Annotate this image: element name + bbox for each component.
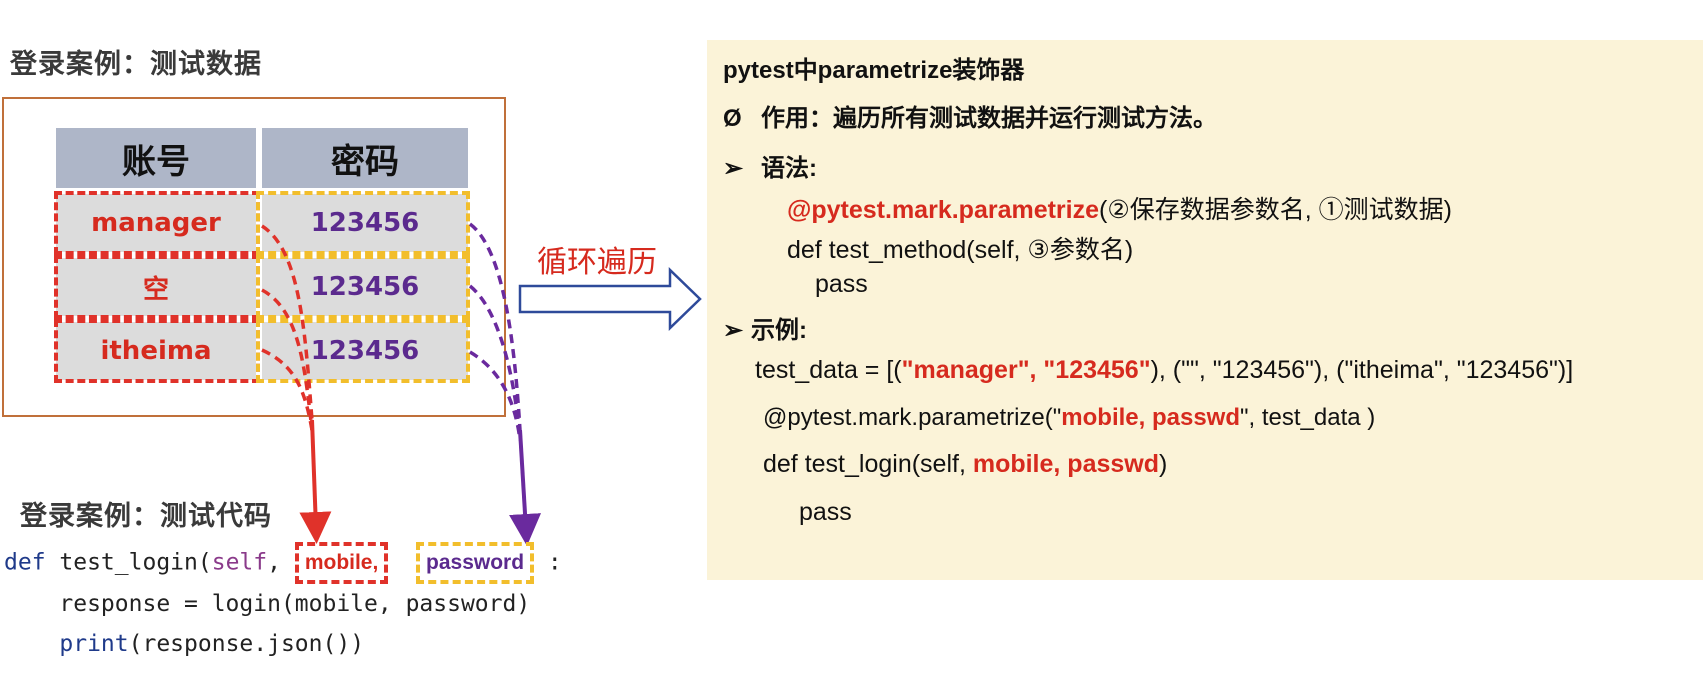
syntax-decorator-line: @pytest.mark.parametrize(②保存数据参数名, ①测试数据…: [787, 190, 1452, 226]
account-connector-1: [261, 224, 314, 421]
syntax-line: ➢ 语法:: [723, 148, 817, 183]
code-colon: :: [547, 549, 562, 576]
example-def-line: def test_login(self, mobile, passwd): [763, 450, 1167, 479]
example-bullet-icon: ➢: [723, 317, 744, 344]
password-arrow: [509, 429, 542, 546]
example-test-data-suffix: ), ("", "123456"), ("itheima", "123456")…: [1150, 356, 1574, 384]
syntax-def-line: def test_method(self, ③参数名): [787, 236, 1134, 264]
example-test-data-highlight: "manager", "123456": [901, 356, 1151, 384]
code-comma: ,: [267, 549, 295, 576]
code-line-response: response = login(mobile, password): [4, 591, 531, 617]
loop-traverse-label: 循环遍历: [537, 245, 657, 280]
syntax-bullet-icon: ➢: [723, 155, 744, 182]
code-def-keyword: def: [4, 549, 46, 576]
password-connector-2: [468, 284, 522, 441]
example-def-highlight: mobile, passwd: [972, 450, 1160, 478]
account-connector-3: [261, 348, 314, 431]
example-def-suffix: ): [1159, 450, 1168, 478]
parametrize-explanation-panel: pytest中parametrize装饰器 Ø 作用：遍历所有测试数据并运行测试方…: [707, 40, 1703, 580]
password-connector-3: [469, 350, 522, 441]
example-decorator-line: @pytest.mark.parametrize("mobile, passwd…: [763, 404, 1375, 432]
param-mobile-box: mobile,: [294, 542, 389, 584]
code-self: self: [211, 549, 268, 576]
syntax-label: 语法:: [761, 155, 817, 182]
code-print-args: (response.json()): [128, 631, 365, 657]
example-decorator-suffix: ", test_data ): [1240, 404, 1376, 431]
code-func-name: test_login(: [45, 549, 212, 576]
code-print-builtin: print: [59, 631, 129, 657]
example-pass-line: pass: [799, 498, 852, 526]
example-decorator-highlight: mobile, passwd: [1061, 404, 1241, 431]
example-decorator-prefix: @pytest.mark.parametrize(": [763, 404, 1062, 431]
syntax-decorator: @pytest.mark.parametrize: [787, 196, 1100, 224]
purpose-line: Ø 作用：遍历所有测试数据并运行测试方法。: [723, 98, 1217, 133]
account-connector-2: [261, 288, 314, 431]
example-label: 示例:: [751, 317, 807, 344]
account-arrow: [299, 419, 332, 544]
param-password-box: password: [416, 542, 535, 584]
test-login-code-block: def test_login(self, mobile, password : …: [4, 542, 562, 664]
purpose-bullet-icon: Ø: [723, 105, 742, 132]
syntax-decorator-args: (②保存数据参数名, ①测试数据): [1099, 196, 1452, 224]
example-test-data-line: test_data = [("manager", "123456"), ("",…: [755, 356, 1573, 385]
purpose-text: 作用：遍历所有测试数据并运行测试方法。: [761, 105, 1217, 132]
syntax-pass-line: pass: [815, 270, 868, 298]
test-code-heading: 登录案例：测试代码: [20, 501, 272, 532]
example-line: ➢ 示例:: [723, 310, 807, 345]
example-test-data-prefix: test_data = [(: [755, 356, 902, 384]
example-def-prefix: def test_login(self,: [763, 450, 973, 478]
panel-title: pytest中parametrize装饰器: [723, 57, 1025, 84]
